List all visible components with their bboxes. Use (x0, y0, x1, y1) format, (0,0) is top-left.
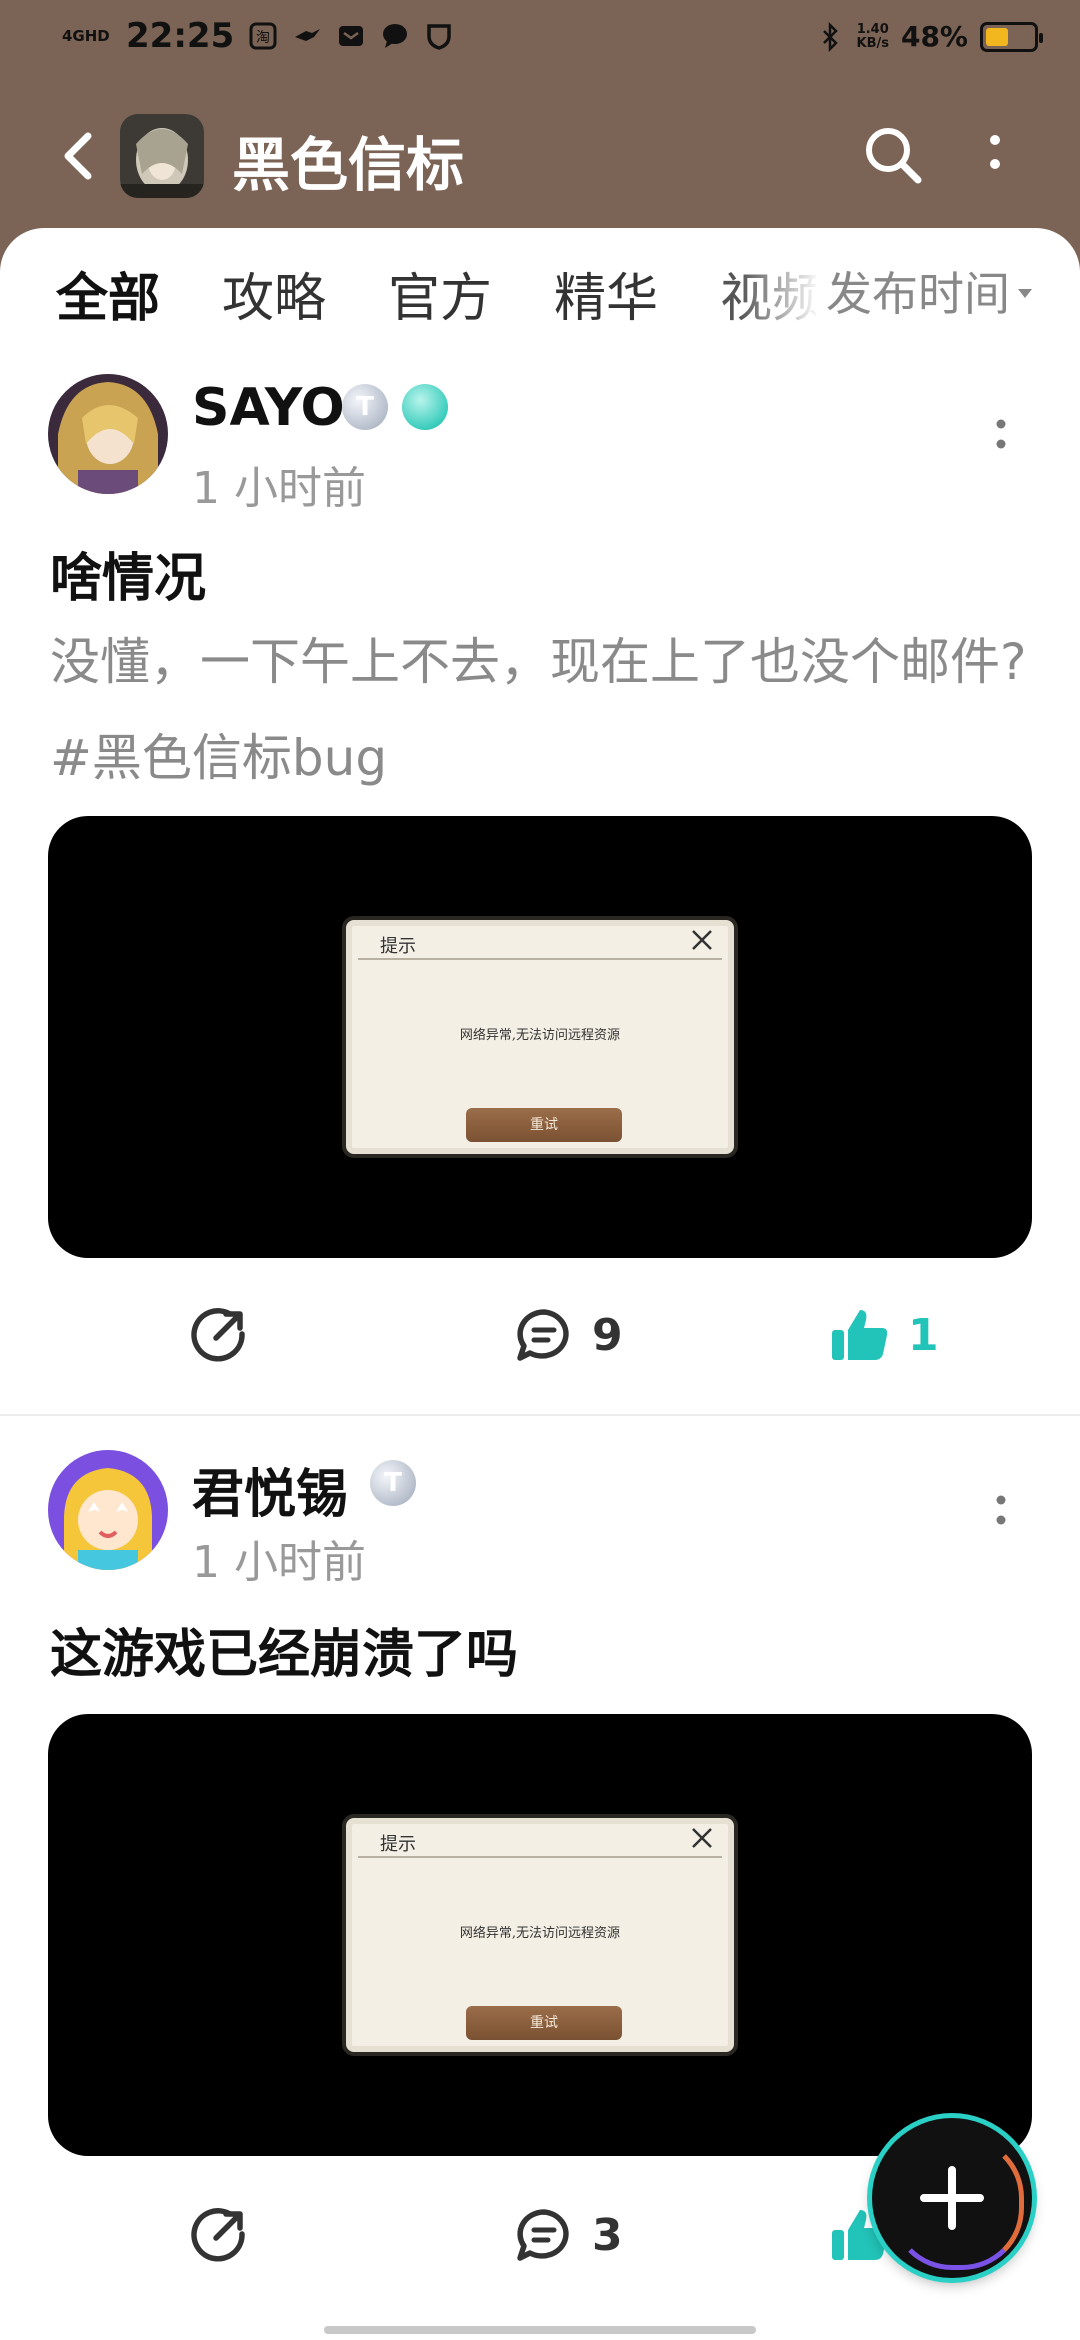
dialog-title: 提示 (380, 1834, 416, 1855)
comment-icon (517, 2209, 569, 2261)
avatar[interactable] (48, 1450, 168, 1570)
comment-count: 3 (592, 2209, 623, 2261)
avatar-art (48, 1450, 168, 1570)
level-badge: T (370, 1460, 416, 1506)
dialog-message: 网络异常,无法访问远程资源 (459, 1926, 621, 1941)
post-time: 1 小时前 (192, 1537, 366, 1588)
close-icon (692, 1828, 712, 1848)
post-card[interactable]: 君悦锡 T 1 小时前 这游戏已经崩溃了吗 提示 网络异常,无法访问远程资源 重… (0, 0, 1080, 2340)
comment-button[interactable]: 3 (514, 2190, 623, 2280)
share-button[interactable] (190, 2190, 248, 2280)
author-name[interactable]: 君悦锡 (192, 1452, 348, 1527)
vertical-dots-icon[interactable] (988, 1488, 1014, 1538)
dialog-retry-button: 重试 (466, 2006, 622, 2040)
dialog-divider (358, 1856, 722, 1858)
create-post-button[interactable] (872, 2118, 1032, 2278)
screenshot-dialog: 提示 网络异常,无法访问远程资源 重试 (342, 1814, 738, 2056)
plus-icon (920, 2166, 984, 2230)
post-title[interactable]: 这游戏已经崩溃了吗 (50, 1612, 518, 1687)
share-icon (191, 2208, 245, 2262)
home-indicator[interactable] (324, 2326, 756, 2334)
post-image[interactable]: 提示 网络异常,无法访问远程资源 重试 (48, 1714, 1032, 2156)
